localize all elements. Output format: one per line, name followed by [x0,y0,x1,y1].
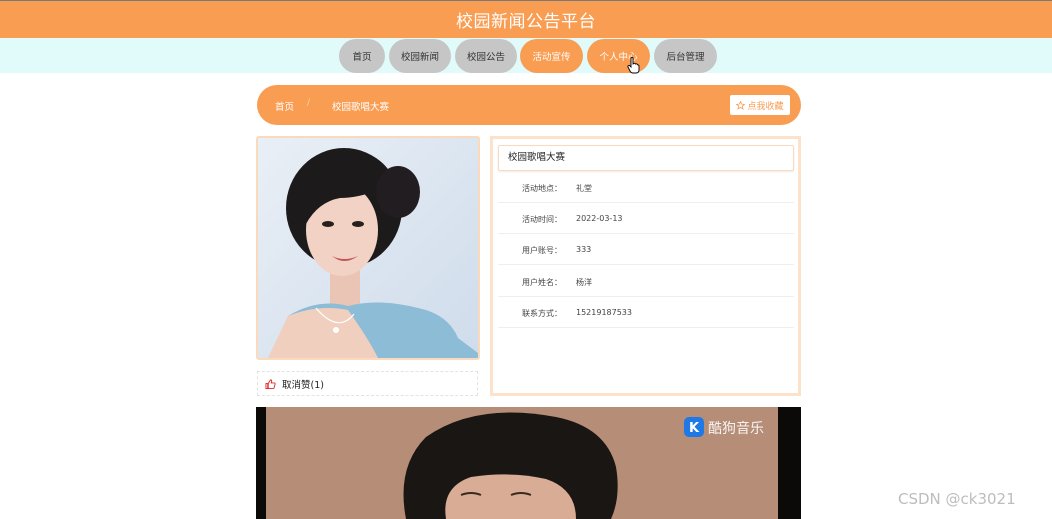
thumbs-up-icon [265,378,276,389]
nav-home[interactable]: 首页 [339,39,385,73]
nav-campus-notice[interactable]: 校园公告 [455,39,517,73]
info-label: 用户账号： [522,246,562,255]
video-logo-text: 酷狗音乐 [708,420,764,437]
info-value: 15219187533 [576,308,632,317]
info-value: 杨洋 [576,278,592,287]
like-toggle[interactable]: 取消赞(1) [257,371,478,396]
video-logo-letter: K [689,421,700,436]
favorite-label: 点我收藏 [747,101,784,112]
info-value: 2022-03-13 [576,214,623,223]
csdn-watermark: CSDN @ck3021 [898,490,1016,508]
nav-activities[interactable]: 活动宣传 [520,39,583,73]
info-row-location: 活动地点： 礼堂 [498,172,794,203]
hand-cursor-icon [627,57,640,74]
video-frame: K 酷狗音乐 [256,407,801,519]
breadcrumb-bar: 首页 / 校园歌唱大赛 点我收藏 [257,85,801,125]
info-row-account: 用户账号： 333 [498,234,794,265]
like-label: 取消赞(1) [282,379,324,391]
star-outline-icon [736,100,746,110]
nav-campus-news[interactable]: 校园新闻 [389,39,451,73]
info-label: 活动时间： [522,215,562,224]
favorite-button[interactable]: 点我收藏 [730,95,790,115]
breadcrumb-current: 校园歌唱大赛 [332,102,390,113]
video-player[interactable]: K 酷狗音乐 [256,407,801,519]
nav-personal-center[interactable]: 个人中心 [587,39,650,73]
activity-photo [256,136,480,360]
info-row-time: 活动时间： 2022-03-13 [498,203,794,234]
info-row-username: 用户姓名： 杨洋 [498,266,794,297]
info-label: 联系方式： [522,309,562,318]
info-label: 用户姓名： [522,278,562,287]
site-title: 校园新闻公告平台 [456,12,596,32]
info-label: 活动地点： [522,184,562,193]
breadcrumb-home-link[interactable]: 首页 [275,99,294,113]
activity-title: 校园歌唱大赛 [498,145,794,171]
info-row-phone: 联系方式： 15219187533 [498,297,794,328]
nav-admin[interactable]: 后台管理 [654,39,717,73]
info-value: 333 [576,245,592,254]
breadcrumb-separator: / [307,98,311,108]
top-header: 校园新闻公告平台 [0,0,1052,38]
info-value: 礼堂 [576,184,592,193]
portrait-image [258,138,478,358]
main-nav: 首页 校园新闻 校园公告 活动宣传 个人中心 后台管理 [0,38,1052,73]
activity-info-panel: 校园歌唱大赛 活动地点： 礼堂 活动时间： 2022-03-13 用户账号： 3… [490,136,801,396]
